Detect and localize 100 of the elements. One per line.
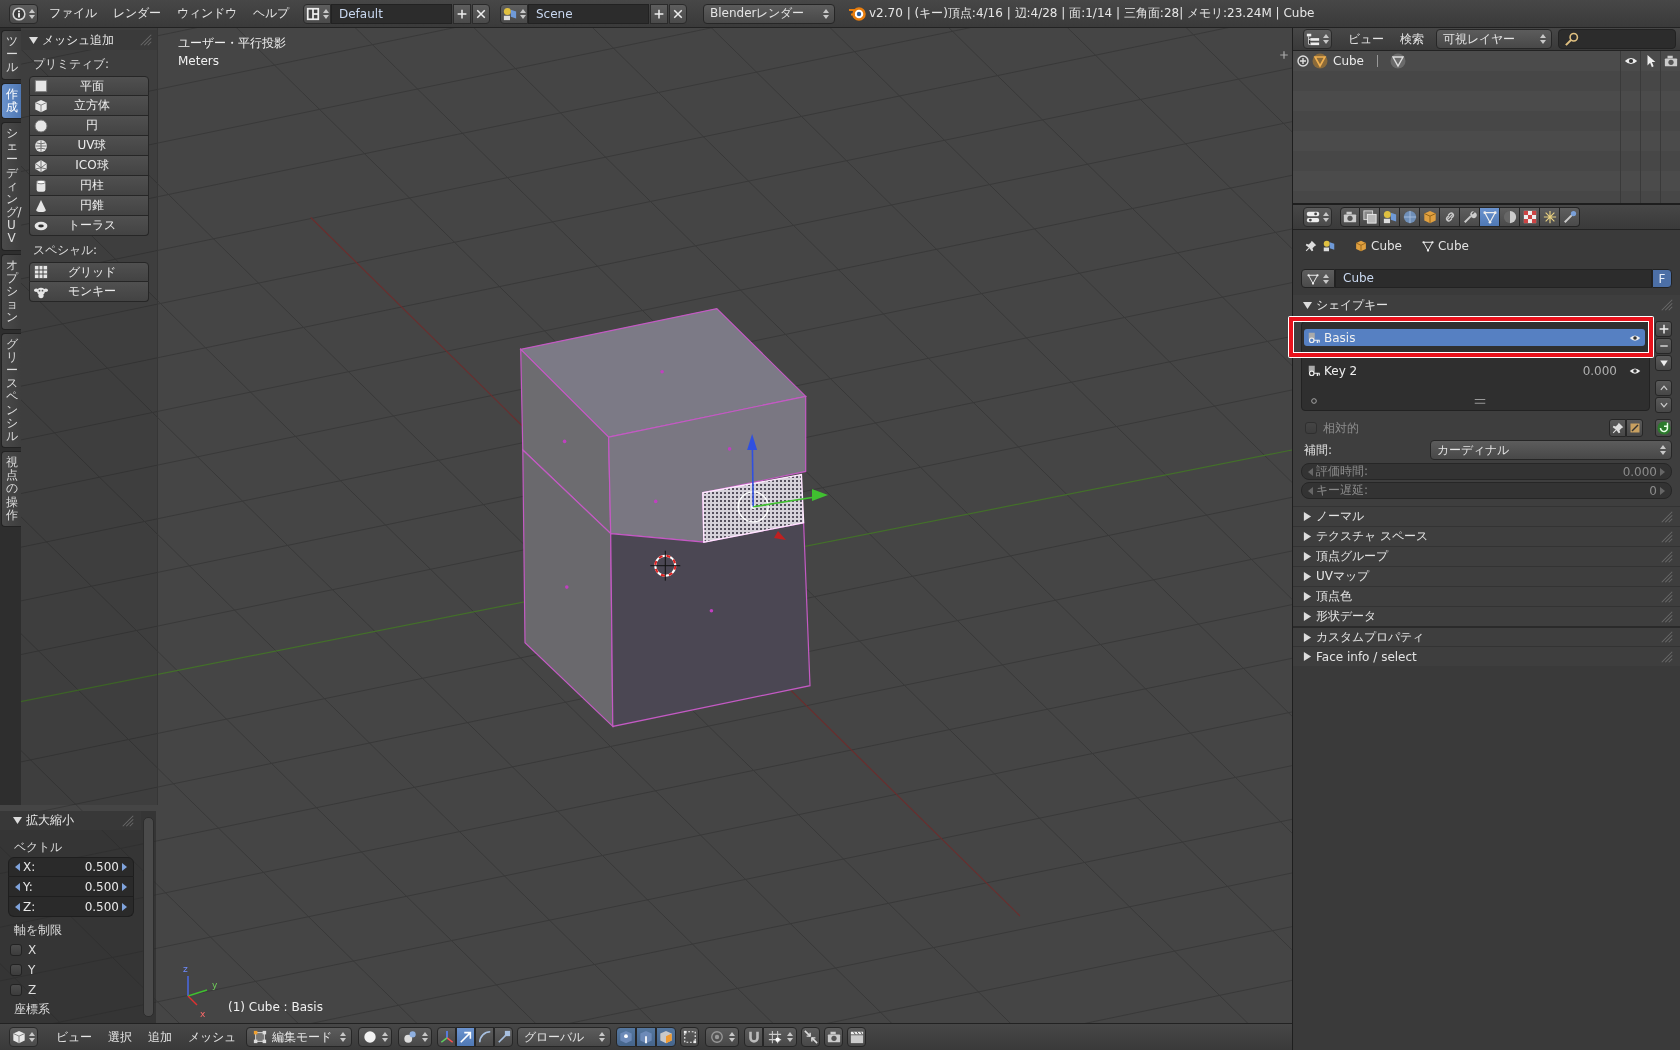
shape-key-row[interactable]: Key 2 0.000 — [1304, 362, 1645, 379]
tool-button[interactable]: トーラス — [29, 216, 149, 236]
menu-item[interactable]: メッシュ — [180, 1027, 244, 1047]
snap-element-dropdown[interactable] — [763, 1027, 797, 1047]
transform-mode-button[interactable] — [475, 1027, 494, 1047]
menu-item[interactable]: ウィンドウ — [169, 3, 245, 24]
select-mode-button[interactable] — [636, 1027, 656, 1047]
tool-tab[interactable]: 視点の操作 — [1, 451, 21, 527]
tool-button[interactable]: グリッド — [29, 262, 149, 282]
checkbox[interactable] — [10, 964, 22, 976]
number-field[interactable]: Y: 0.500 — [8, 877, 134, 897]
properties-tab[interactable] — [1560, 207, 1580, 227]
tool-tab[interactable]: オプション — [1, 253, 21, 330]
screen-layout-button[interactable] — [303, 3, 331, 24]
editor-type-button[interactable] — [9, 1027, 38, 1047]
orientation-dropdown[interactable]: グローバル — [517, 1027, 611, 1047]
editor-type-button[interactable] — [9, 3, 38, 24]
render-engine-dropdown[interactable]: Blenderレンダー — [703, 3, 835, 24]
menu-item[interactable]: ビュー — [1340, 29, 1392, 49]
tool-tab[interactable]: シェーディング/UV — [1, 121, 21, 251]
menu-item[interactable]: 追加 — [140, 1027, 180, 1047]
select-mode-button[interactable] — [616, 1027, 636, 1047]
number-field[interactable]: Z: 0.500 — [8, 897, 134, 917]
select-mode-button[interactable] — [656, 1027, 676, 1047]
move-down-button[interactable] — [1655, 397, 1672, 413]
screen-layout-field[interactable]: Default — [331, 3, 452, 24]
render-animation-button[interactable] — [847, 1027, 866, 1047]
panel-header[interactable]: メッシュ追加 — [21, 30, 157, 50]
panel-header[interactable]: シェイプキー — [1293, 295, 1680, 315]
mesh-data-icon[interactable] — [1390, 53, 1406, 69]
proportional-dropdown[interactable] — [705, 1027, 739, 1047]
datablock-browse-button[interactable] — [1301, 269, 1335, 288]
tool-button[interactable]: ICO球 — [29, 156, 149, 176]
panel-header[interactable]: 形状データ — [1293, 606, 1680, 626]
tool-tab[interactable]: グリースペンシル — [1, 332, 21, 449]
properties-tab[interactable] — [1500, 207, 1520, 227]
properties-tab[interactable] — [1460, 207, 1480, 227]
tool-button[interactable]: モンキー — [29, 282, 149, 302]
remove-key-button[interactable] — [1655, 338, 1672, 354]
tool-button[interactable]: 平面 — [29, 76, 149, 96]
add-button[interactable] — [453, 3, 471, 24]
delete-button[interactable] — [472, 3, 490, 24]
properties-tab[interactable] — [1480, 207, 1500, 227]
menu-item[interactable]: ヘルプ — [245, 3, 297, 24]
menu-item[interactable]: 検索 — [1392, 29, 1432, 49]
editor-type-button[interactable] — [1303, 29, 1332, 49]
reset-button[interactable] — [1655, 419, 1672, 437]
scene-button[interactable] — [500, 3, 528, 24]
tool-tab[interactable]: 作成 — [1, 82, 21, 119]
add-button[interactable] — [650, 3, 668, 24]
pivot-dropdown[interactable] — [398, 1027, 432, 1047]
shape-key-row[interactable]: Basis — [1304, 329, 1645, 346]
edit-mode-toggle[interactable] — [1626, 419, 1643, 437]
display-filter-dropdown[interactable]: 可視レイヤー — [1436, 29, 1552, 49]
properties-tab[interactable] — [1540, 207, 1560, 227]
tool-button[interactable]: 円柱 — [29, 176, 149, 196]
occlude-toggle[interactable] — [680, 1027, 699, 1047]
interpolation-dropdown[interactable]: カーディナル — [1430, 440, 1672, 460]
key-value[interactable]: 0.000 — [1582, 363, 1617, 378]
move-up-button[interactable] — [1655, 380, 1672, 396]
panel-header[interactable]: 頂点色 — [1293, 586, 1680, 606]
pin-button[interactable] — [1609, 419, 1626, 437]
checkbox[interactable] — [10, 984, 22, 996]
tool-button[interactable]: 円錐 — [29, 196, 149, 216]
search-field[interactable] — [1558, 29, 1676, 49]
render-button[interactable] — [824, 1027, 843, 1047]
datablock-name-field[interactable]: Cube — [1335, 269, 1652, 288]
menu-item[interactable]: ファイル — [41, 3, 105, 24]
manipulator-toggle[interactable] — [437, 1027, 456, 1047]
arrows-in-button[interactable] — [801, 1027, 820, 1047]
shading-dropdown[interactable] — [358, 1027, 392, 1047]
checkbox[interactable] — [10, 944, 22, 956]
panel-header[interactable]: UVマップ — [1293, 566, 1680, 586]
properties-tab[interactable] — [1380, 207, 1400, 227]
outliner-item[interactable]: Cube — [1333, 54, 1364, 68]
tool-button[interactable]: 円 — [29, 116, 149, 136]
menu-item[interactable]: レンダー — [105, 3, 169, 24]
menu-item[interactable]: ビュー — [48, 1027, 100, 1047]
tool-button[interactable]: UV球 — [29, 136, 149, 156]
scrollbar[interactable] — [143, 817, 154, 1017]
fake-user-button[interactable]: F — [1652, 269, 1672, 288]
delete-button[interactable] — [669, 3, 687, 24]
panel-header[interactable]: Face info / select — [1293, 646, 1680, 666]
panel-header[interactable]: ノーマル — [1293, 506, 1680, 526]
tool-button[interactable]: 立方体 — [29, 96, 149, 116]
resize-handle-icon[interactable] — [1474, 397, 1486, 405]
add-key-button[interactable] — [1655, 321, 1672, 337]
menu-item[interactable]: 選択 — [100, 1027, 140, 1047]
snap-toggle[interactable] — [744, 1027, 763, 1047]
properties-tab[interactable] — [1440, 207, 1460, 227]
tool-tab[interactable]: ツール — [1, 30, 21, 80]
properties-tab[interactable] — [1420, 207, 1440, 227]
pin-icon[interactable] — [1305, 239, 1317, 252]
panel-header[interactable]: 頂点グループ — [1293, 546, 1680, 566]
properties-tab[interactable] — [1360, 207, 1380, 227]
specials-button[interactable] — [1655, 355, 1672, 371]
panel-header[interactable]: テクスチャ スペース — [1293, 526, 1680, 546]
editor-type-button[interactable] — [1303, 207, 1332, 227]
transform-mode-button[interactable] — [456, 1027, 475, 1047]
properties-tab[interactable] — [1520, 207, 1540, 227]
